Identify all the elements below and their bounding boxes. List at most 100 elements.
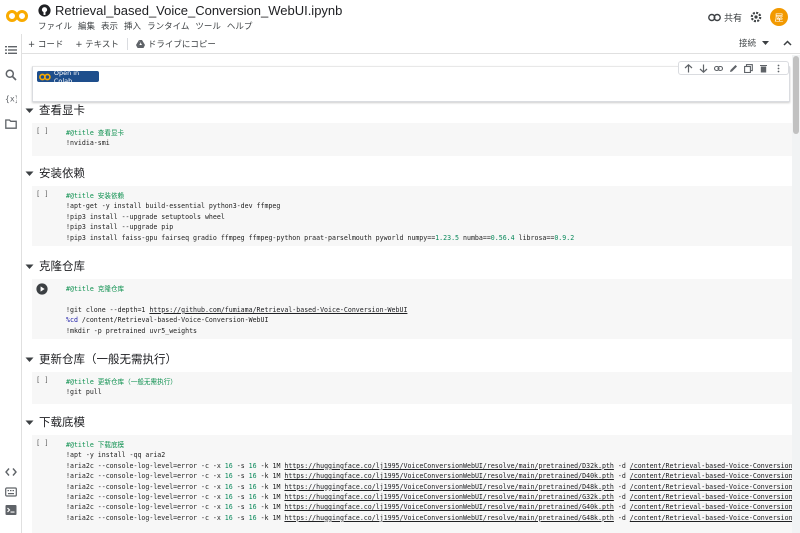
menu-tools[interactable]: ツール bbox=[195, 20, 221, 32]
code-line: !nvidia-smi bbox=[66, 139, 110, 148]
menu-runtime[interactable]: ランタイム bbox=[147, 20, 189, 32]
badge-text-cell[interactable]: Open in Colab bbox=[32, 61, 790, 102]
section-header[interactable]: 安装依赖 bbox=[22, 165, 85, 181]
code-line: !apt -y install -qq aria2 bbox=[66, 451, 166, 460]
code-cell[interactable]: [ ] #@title 安装依赖 !apt-get -y install bui… bbox=[32, 186, 792, 246]
command-palette-icon[interactable] bbox=[5, 486, 17, 498]
code-line: !aria2c --console-log-level=error -c -x … bbox=[66, 482, 792, 491]
play-icon[interactable] bbox=[36, 283, 48, 295]
terminal-icon[interactable] bbox=[5, 504, 17, 516]
menu-bar: ファイル 編集 表示 挿入 ランタイム ツール ヘルプ bbox=[38, 20, 252, 32]
section-header[interactable]: 克隆仓库 bbox=[22, 258, 85, 274]
section-title: 更新仓库（一般无需执行） bbox=[39, 352, 177, 366]
section-header[interactable]: 下载底模 bbox=[22, 414, 85, 430]
section-title: 查看显卡 bbox=[39, 103, 85, 117]
cell-toolbar bbox=[678, 61, 789, 75]
code-line: !aria2c --console-log-level=error -c -x … bbox=[66, 513, 792, 522]
left-rail: {x} bbox=[0, 34, 22, 533]
colab-logo-icon[interactable] bbox=[6, 9, 28, 23]
run-cell-button[interactable]: [ ] bbox=[36, 127, 49, 135]
notebook-area: Open in Colab 查看显卡 [ ] #@title 查看显卡 !nvi… bbox=[22, 55, 792, 533]
chevron-down-icon[interactable] bbox=[25, 169, 34, 178]
colab-app: Retrieval_based_Voice_Conversion_WebUI.i… bbox=[0, 0, 800, 533]
code-line: !git clone --depth=1 https://github.com/… bbox=[66, 305, 408, 314]
search-icon[interactable] bbox=[5, 69, 17, 81]
delete-icon[interactable] bbox=[759, 64, 768, 73]
code-snippets-icon[interactable] bbox=[5, 466, 17, 478]
title-row: Retrieval_based_Voice_Conversion_WebUI.i… bbox=[38, 3, 342, 18]
code-line: #@title 下载底模 bbox=[66, 441, 125, 449]
edit-icon[interactable] bbox=[729, 64, 738, 73]
code-line: #@title 安装依赖 bbox=[66, 192, 125, 200]
connect-label: 接続 bbox=[738, 39, 756, 49]
collapse-up-icon[interactable] bbox=[783, 40, 792, 46]
open-in-colab-badge[interactable]: Open in Colab bbox=[37, 68, 99, 85]
section-header[interactable]: 查看显卡 bbox=[22, 102, 85, 118]
github-icon bbox=[38, 4, 51, 17]
code-line: #@title 克隆仓库 bbox=[66, 285, 125, 293]
share-button[interactable]: 共有 bbox=[708, 11, 742, 24]
notebook-title[interactable]: Retrieval_based_Voice_Conversion_WebUI.i… bbox=[55, 3, 342, 18]
chevron-down-icon[interactable] bbox=[25, 355, 34, 364]
code-cell[interactable]: #@title 克隆仓库 !git clone --depth=1 https:… bbox=[32, 279, 792, 339]
folder-icon[interactable] bbox=[5, 118, 17, 130]
code-editor[interactable]: #@title 克隆仓库 !git clone --depth=1 https:… bbox=[66, 284, 407, 336]
code-line: !mkdir -p pretrained uvr5_weights bbox=[66, 326, 198, 335]
add-code-button[interactable]: + コード bbox=[22, 38, 69, 50]
toc-icon[interactable] bbox=[5, 44, 17, 56]
menu-help[interactable]: ヘルプ bbox=[227, 20, 253, 32]
connect-button[interactable]: 接続 bbox=[739, 37, 769, 49]
gear-icon[interactable] bbox=[750, 11, 762, 23]
variables-icon[interactable]: {x} bbox=[5, 92, 17, 104]
share-label: 共有 bbox=[723, 13, 742, 24]
code-cell[interactable]: [ ] #@title 更新仓库（一般无需执行） !git pull bbox=[32, 372, 792, 404]
code-line: !aria2c --console-log-level=error -c -x … bbox=[66, 461, 792, 470]
section-header[interactable]: 更新仓库（一般无需执行） bbox=[22, 351, 177, 367]
run-cell-button[interactable]: [ ] bbox=[36, 376, 49, 384]
code-editor[interactable]: #@title 安装依赖 !apt-get -y install build-e… bbox=[66, 191, 574, 243]
run-cell-button[interactable]: [ ] bbox=[36, 190, 49, 198]
section-title: 安装依赖 bbox=[39, 166, 85, 180]
toolbar: + コード + テキスト ドライブにコピー 接続 bbox=[22, 34, 800, 54]
move-up-icon[interactable] bbox=[684, 63, 693, 73]
section-title: 下载底模 bbox=[39, 415, 85, 429]
colab-badge-logo-icon bbox=[39, 73, 51, 80]
header-actions: 共有 屋 bbox=[708, 8, 788, 26]
run-cell-button[interactable]: [ ] bbox=[36, 439, 49, 447]
code-line: !aria2c --console-log-level=error -c -x … bbox=[66, 493, 792, 502]
scrollbar-thumb[interactable] bbox=[793, 56, 799, 134]
toolbar-divider bbox=[126, 37, 128, 50]
code-editor[interactable]: #@title 更新仓库（一般无需执行） !git pull bbox=[66, 377, 177, 398]
add-text-button[interactable]: + テキスト bbox=[69, 38, 125, 50]
toolbar-right: 接続 bbox=[739, 37, 792, 49]
menu-file[interactable]: ファイル bbox=[38, 20, 72, 32]
menu-view[interactable]: 表示 bbox=[101, 20, 118, 32]
code-line: #@title 查看显卡 bbox=[66, 129, 125, 137]
code-line: !pip3 install faiss-gpu fairseq gradio f… bbox=[66, 233, 575, 242]
link-cell-icon[interactable] bbox=[714, 64, 723, 73]
copy-to-drive-label: ドライブにコピー bbox=[147, 39, 216, 50]
code-cell[interactable]: [ ] #@title 查看显卡 !nvidia-smi bbox=[32, 123, 792, 156]
move-down-icon[interactable] bbox=[699, 64, 708, 73]
code-line: %cd /content/Retrieval-based-Voice-Conve… bbox=[66, 316, 269, 325]
code-line: !apt-get -y install build-essential pyth… bbox=[66, 202, 281, 211]
code-editor[interactable]: #@title 下载底模 !apt -y install -qq aria2 !… bbox=[66, 440, 792, 523]
code-line: !aria2c --console-log-level=error -c -x … bbox=[66, 503, 792, 512]
code-line: !git pull bbox=[66, 388, 102, 397]
menu-edit[interactable]: 編集 bbox=[78, 20, 95, 32]
menu-insert[interactable]: 挿入 bbox=[124, 20, 141, 32]
chevron-down-icon[interactable] bbox=[25, 262, 34, 271]
copy-to-drive-button[interactable]: ドライブにコピー bbox=[130, 38, 222, 50]
link-icon bbox=[708, 13, 721, 21]
chevron-down-icon[interactable] bbox=[25, 418, 34, 427]
chevron-down-icon[interactable] bbox=[762, 40, 769, 46]
svg-text:{x}: {x} bbox=[5, 95, 17, 104]
copy-icon[interactable] bbox=[744, 63, 753, 73]
badge-label: Open in Colab bbox=[53, 68, 80, 85]
avatar[interactable]: 屋 bbox=[770, 8, 788, 26]
header: Retrieval_based_Voice_Conversion_WebUI.i… bbox=[0, 0, 800, 34]
more-vert-icon[interactable] bbox=[774, 64, 783, 73]
code-cell[interactable]: [ ] #@title 下载底模 !apt -y install -qq ari… bbox=[32, 435, 792, 533]
code-editor[interactable]: #@title 查看显卡 !nvidia-smi bbox=[66, 128, 124, 149]
chevron-down-icon[interactable] bbox=[25, 106, 34, 115]
